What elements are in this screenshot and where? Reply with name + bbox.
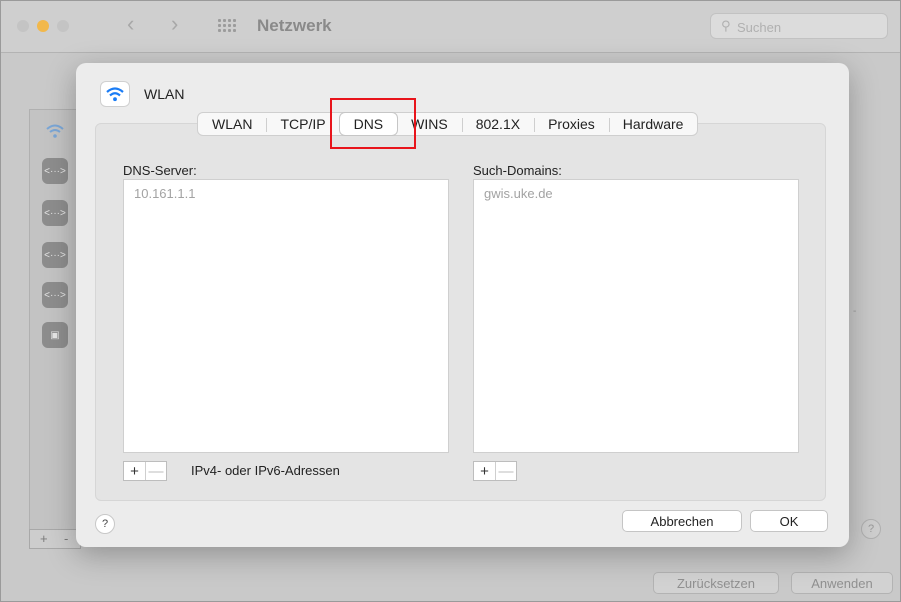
help-button[interactable]: ? [95,514,115,534]
tab-802-1x[interactable]: 802.1X [461,113,534,135]
ok-button[interactable]: OK [750,510,828,532]
tab-hardware[interactable]: Hardware [608,113,698,135]
search-icon: ⚲ [721,18,731,33]
ethernet-icon[interactable]: <···> [42,158,68,184]
ethernet-icon[interactable]: <···> [42,242,68,268]
dns-server-add-remove: + — [123,461,167,481]
background-ellipsis: - [853,306,857,317]
ethernet-icon[interactable]: <···> [42,200,68,226]
remove-dns-server-button[interactable]: — [145,462,166,480]
search-domains-label: Such-Domains: [473,163,562,178]
tab-wlan[interactable]: WLAN [198,113,266,135]
dns-address-hint: IPv4- oder IPv6-Adressen [191,463,340,478]
reset-button[interactable]: Zurücksetzen [653,572,779,594]
close-window-button[interactable] [17,20,29,32]
window-title: Netzwerk [257,16,332,35]
dns-server-list[interactable]: 10.161.1.1 [123,179,449,453]
list-item[interactable]: gwis.uke.de [484,186,553,201]
remove-search-domain-button[interactable]: — [495,462,516,480]
cancel-button[interactable]: Abbrechen [622,510,742,532]
tab-bar: WLAN TCP/IP DNS WINS 802.1X Proxies Hard… [197,112,699,136]
service-list: <···> <···> <···> <···> ▣ [29,109,81,549]
dns-tab-highlight-box [330,98,416,149]
wlan-settings-sheet: WLAN WLAN TCP/IP DNS WINS 802.1X Proxies… [76,63,849,547]
lock-icon[interactable]: ▣ [42,322,68,348]
add-dns-server-button[interactable]: + [124,462,145,480]
service-list-footer: + - [29,529,81,549]
tab-tcp-ip[interactable]: TCP/IP [266,113,339,135]
tab-proxies[interactable]: Proxies [534,113,609,135]
zoom-window-button[interactable] [57,20,69,32]
forward-arrow-icon[interactable]: › [171,13,178,35]
search-domain-add-remove: + — [473,461,517,481]
list-item[interactable]: 10.161.1.1 [134,186,195,201]
dns-server-label: DNS-Server: [123,163,197,178]
search-field[interactable]: ⚲ Suchen [710,13,888,39]
add-service-button[interactable]: + [40,531,48,546]
window-help-button[interactable]: ? [861,519,881,539]
apply-button[interactable]: Anwenden [791,572,893,594]
search-domains-list[interactable]: gwis.uke.de [473,179,799,453]
search-placeholder: Suchen [737,20,782,35]
add-search-domain-button[interactable]: + [474,462,495,480]
back-arrow-icon[interactable]: ‹ [127,13,134,35]
remove-service-button[interactable]: - [64,531,68,546]
wifi-icon[interactable] [42,118,68,144]
minimize-window-button[interactable] [37,20,49,32]
window-titlebar: ‹ › Netzwerk ⚲ Suchen [1,1,900,53]
sheet-title: WLAN [144,86,185,102]
show-all-grid-icon[interactable] [218,19,238,33]
ethernet-icon[interactable]: <···> [42,282,68,308]
wifi-icon [100,81,130,107]
